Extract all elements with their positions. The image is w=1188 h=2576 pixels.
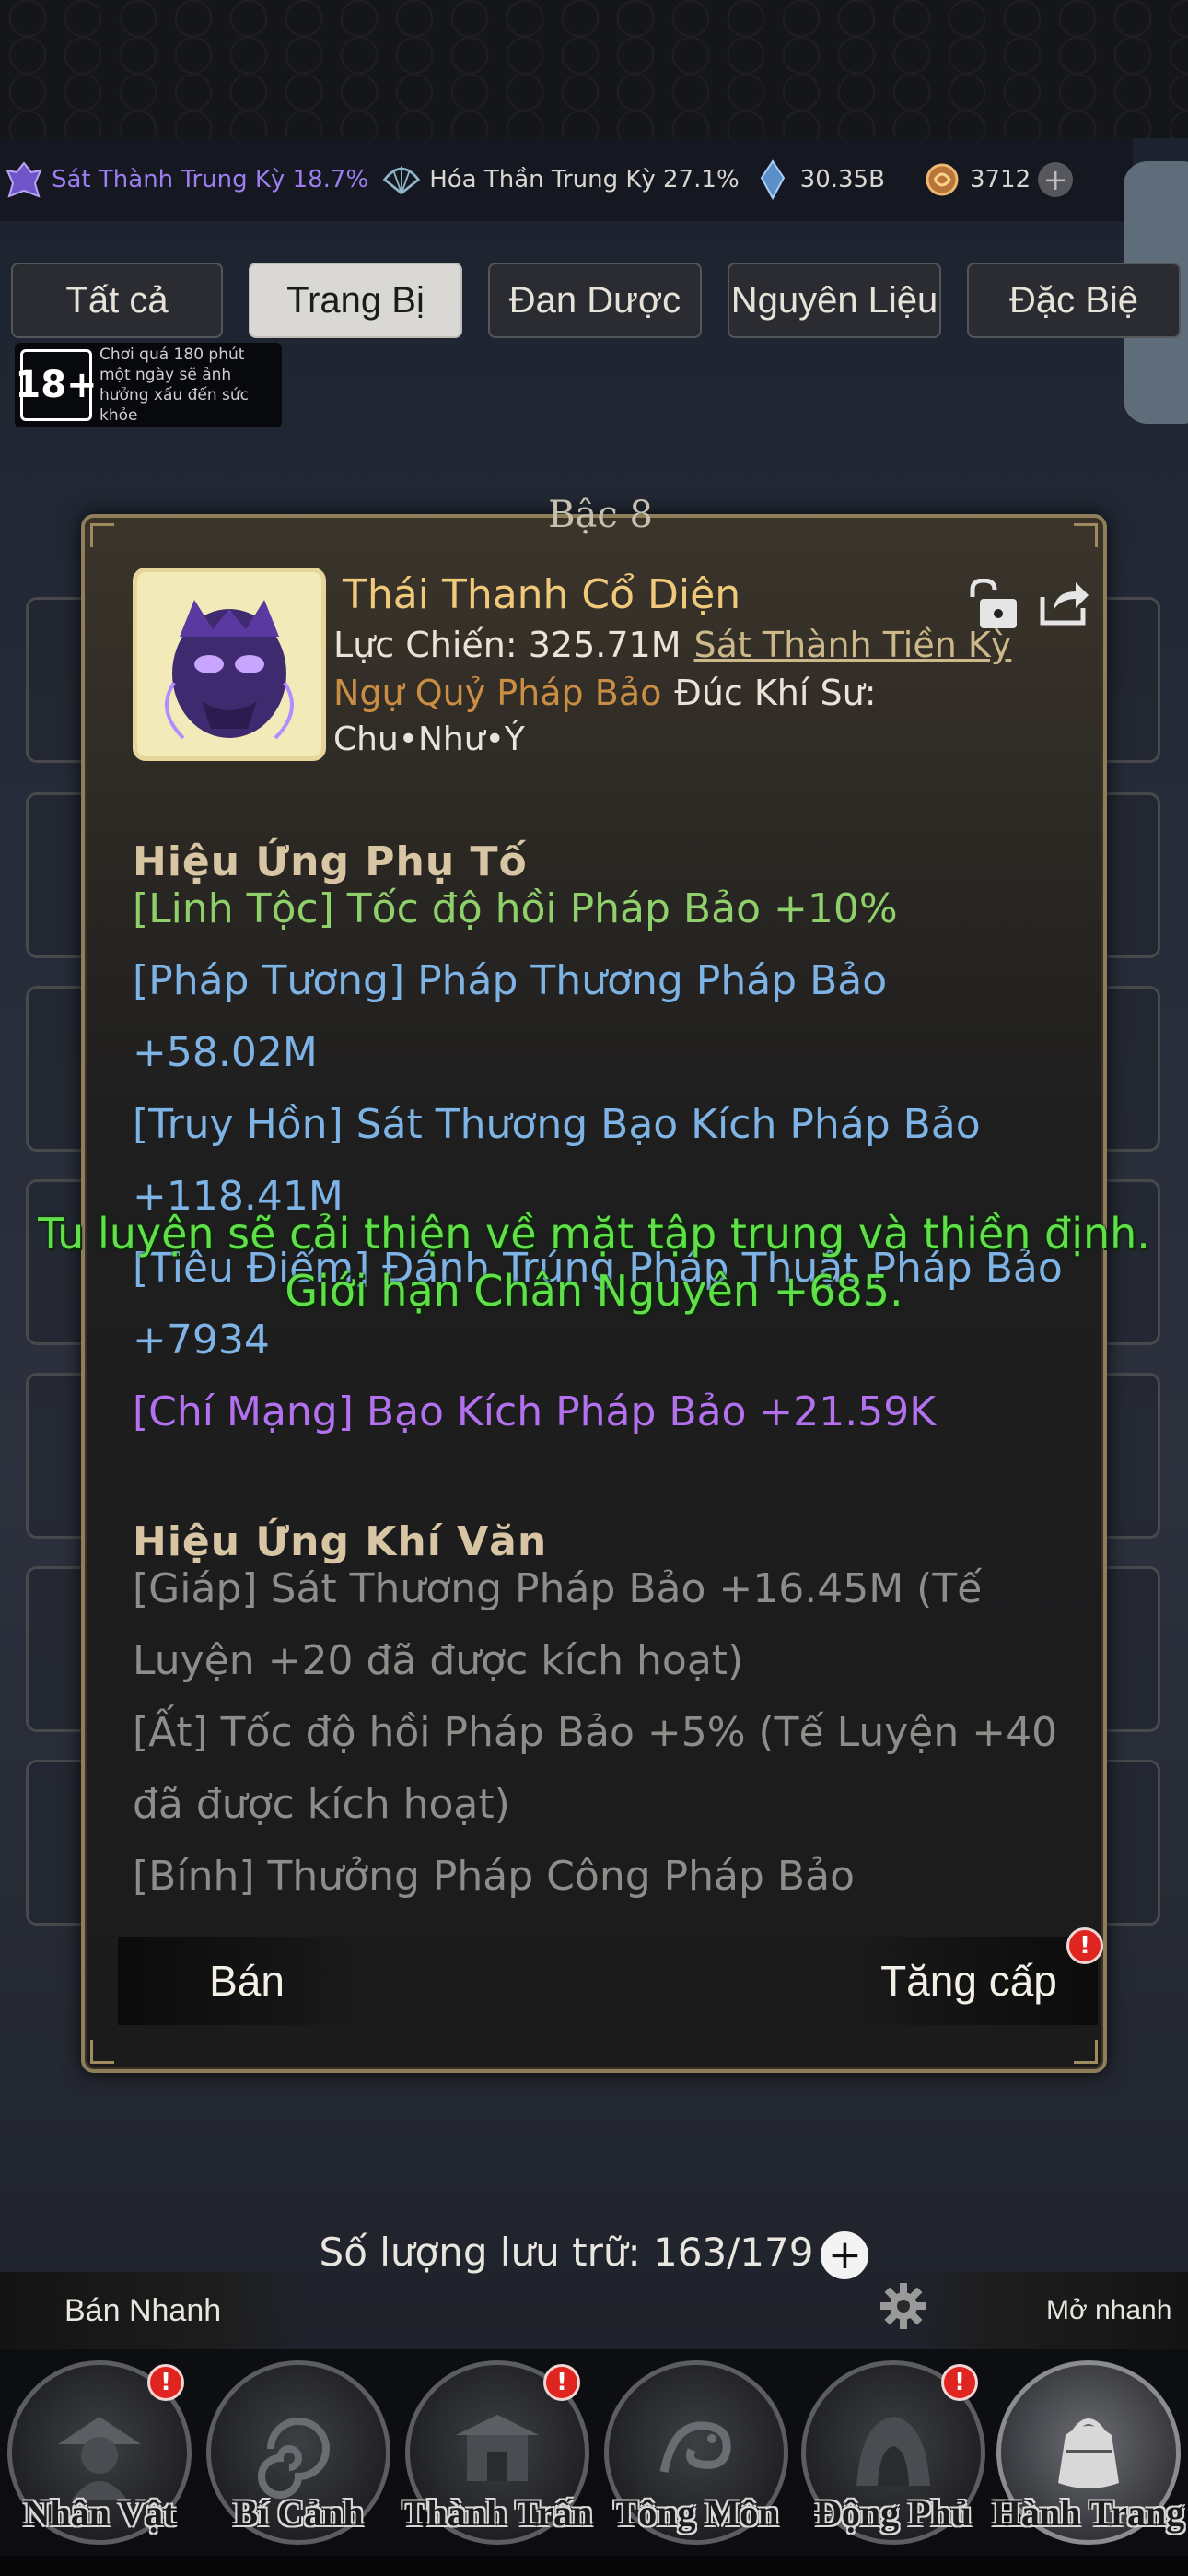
affix-line: [Linh Tộc] Tốc độ hồi Pháp Bảo +10%: [133, 885, 898, 932]
inscription-line: [Bính] Thưởng Pháp Công Pháp Bảo: [133, 1853, 855, 1900]
nav-label: Động Phủ: [814, 2492, 973, 2534]
nav-label: Tông Môn: [613, 2492, 779, 2534]
power-value: Lực Chiến: 325.71M: [333, 625, 681, 665]
maker-name: Chu•Như•Ý: [333, 720, 525, 758]
nav-alert-badge: !: [147, 2364, 184, 2401]
corner-ornament: [1074, 2040, 1098, 2064]
swirl-icon: [211, 2398, 386, 2500]
spirit-crystal-value: 30.35B: [799, 166, 885, 193]
nav-label: Bí Cảnh: [233, 2492, 364, 2534]
nav-sect[interactable]: Tông Môn: [604, 2360, 788, 2545]
tab-special[interactable]: Đặc Biệ: [967, 263, 1181, 338]
corner-ornament: [1074, 523, 1098, 547]
tab-materials[interactable]: Nguyên Liệu: [728, 263, 941, 338]
nav-label: Hành Trang: [992, 2492, 1185, 2534]
cultivation-realm[interactable]: Sát Thành Trung Kỳ 18.7%: [4, 159, 368, 200]
bag-icon: [1001, 2398, 1176, 2500]
cultivation-realm-label: Sát Thành Trung Kỳ 18.7%: [52, 166, 369, 193]
item-name: Thái Thanh Cổ Diện: [343, 571, 741, 618]
upgrade-label: Tăng cấp: [880, 1957, 1057, 2005]
storage-label: Số lượng lưu trữ: 163/179: [319, 2230, 814, 2275]
quick-sell-button[interactable]: Bán Nhanh: [0, 2272, 295, 2349]
dragon-icon: [609, 2398, 784, 2500]
upgrade-button[interactable]: Tăng cấp: [840, 1937, 1098, 2025]
fan-icon: [381, 159, 422, 200]
nav-label: Thành Trấn: [402, 2492, 593, 2534]
tab-all[interactable]: Tất cả: [11, 263, 223, 338]
upgrade-alert-badge: !: [1066, 1927, 1103, 1964]
nav-alert-badge: !: [941, 2364, 978, 2401]
age-notice: 18+ Chơi quá 180 phút một ngày sẽ ảnh hư…: [15, 343, 282, 427]
age-rating-badge: 18+: [15, 349, 98, 421]
resource-bar: Sát Thành Trung Kỳ 18.7% Hóa Thần Trung …: [0, 138, 1133, 221]
required-realm-link[interactable]: Sát Thành Tiền Kỳ: [694, 625, 1012, 665]
cave-icon: [806, 2398, 981, 2500]
age-notice-text: Chơi quá 180 phút một ngày sẽ ảnh hưởng …: [99, 345, 249, 425]
cultivation-toast: Tu luyện sẽ cải thiện về mặt tập trung v…: [38, 1209, 1150, 1316]
secondary-realm-label: Hóa Thần Trung Kỳ 27.1%: [429, 166, 740, 193]
character-icon: [12, 2398, 187, 2500]
affix-line: [Pháp Tương] Pháp Thương Pháp Bảo +58.02…: [133, 957, 888, 1076]
sell-button[interactable]: Bán: [118, 1937, 376, 2025]
coin-counter[interactable]: 3712 +: [922, 159, 1074, 200]
tab-pills[interactable]: Đan Dược: [488, 263, 702, 338]
category-tabs: Tất cả Trang Bị Đan Dược Nguyên Liệu Đặc…: [11, 263, 1188, 338]
tab-equipment[interactable]: Trang Bị: [249, 263, 462, 338]
expand-storage-button[interactable]: +: [821, 2231, 869, 2279]
corner-ornament: [90, 523, 114, 547]
nav-secret-realm[interactable]: Bí Cảnh: [206, 2360, 390, 2545]
secondary-realm[interactable]: Hóa Thần Trung Kỳ 27.1%: [381, 159, 740, 200]
coin-value: 3712: [969, 166, 1031, 193]
share-icon[interactable]: [1039, 579, 1090, 630]
quick-open-button[interactable]: Mở nhanh: [921, 2272, 1188, 2349]
gear-icon[interactable]: [879, 2281, 928, 2335]
inscription-line: [Ất] Tốc độ hồi Pháp Bảo +5% (Tế Luyện +…: [133, 1709, 1058, 1828]
nav-inventory[interactable]: Hành Trang: [993, 2360, 1184, 2545]
rank-title: Bậc 8: [548, 494, 653, 536]
item-power: Lực Chiến: 325.71M Sát Thành Tiền Kỳ: [333, 625, 1011, 665]
realm-emblem-icon: [4, 159, 44, 200]
maker-label: Đúc Khí Sư:: [674, 673, 877, 713]
top-decorative-pattern: [0, 0, 1188, 138]
coin-icon: [922, 159, 962, 200]
item-mask-icon: [133, 568, 326, 761]
nav-label: Nhân Vật: [23, 2492, 176, 2534]
item-type-line: Ngự Quỷ Pháp Bảo Đúc Khí Sư:: [333, 673, 877, 713]
gate-icon: [410, 2398, 585, 2500]
affix-line: [Chí Mạng] Bạo Kích Pháp Bảo +21.59K: [133, 1388, 937, 1435]
corner-ornament: [90, 2040, 114, 2064]
spirit-crystal-counter[interactable]: 30.35B: [752, 159, 885, 200]
item-type: Ngự Quỷ Pháp Bảo: [333, 673, 662, 713]
add-coin-button[interactable]: +: [1038, 162, 1074, 197]
inscription-line: [Giáp] Sát Thương Pháp Bảo +16.45M (Tế L…: [133, 1565, 983, 1684]
nav-alert-badge: !: [543, 2364, 580, 2401]
spirit-crystal-icon: [752, 159, 793, 200]
home-indicator: [0, 2556, 1188, 2576]
